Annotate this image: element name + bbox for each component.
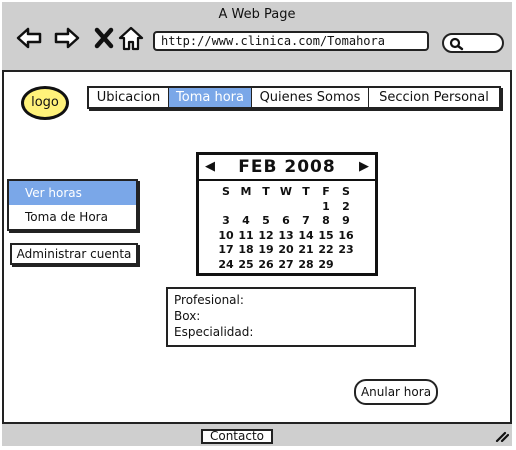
box-label: Box:: [174, 309, 201, 323]
contacto-button[interactable]: Contacto: [201, 429, 273, 444]
calendar-day: [277, 200, 295, 215]
calendar-weekday: S: [222, 185, 230, 198]
status-bar: Contacto: [2, 422, 512, 446]
calendar-day: [337, 258, 355, 273]
side-menu-item-toma-de-hora[interactable]: Toma de Hora: [9, 205, 136, 229]
calendar-day[interactable]: 7: [297, 214, 315, 229]
search-input[interactable]: [442, 33, 504, 53]
calendar-day[interactable]: 22: [317, 243, 335, 258]
calendar-day: [237, 200, 255, 215]
calendar-day[interactable]: 20: [277, 243, 295, 258]
calendar-day[interactable]: 26: [257, 258, 275, 273]
especialidad-label: Especialidad:: [174, 325, 254, 339]
calendar-day[interactable]: 24: [217, 258, 235, 273]
side-menu: Ver horas tomadas Toma de Hora: [7, 179, 138, 231]
tab-seccion-personal[interactable]: Seccion Personal: [369, 88, 499, 107]
calendar-month-label: FEB 2008: [238, 157, 336, 177]
back-arrow-icon[interactable]: [15, 24, 43, 52]
calendar-day[interactable]: 9: [337, 214, 355, 229]
resize-grip-icon[interactable]: [495, 430, 509, 442]
calendar-weekday: T: [262, 185, 270, 198]
calendar-weekday: T: [302, 185, 310, 198]
close-icon[interactable]: [91, 24, 119, 52]
calendar-day[interactable]: 1: [317, 200, 335, 215]
calendar-weekday: M: [240, 185, 252, 198]
calendar-weekday: F: [322, 185, 330, 198]
triangle-right-icon[interactable]: ▶: [359, 157, 369, 177]
calendar-day[interactable]: 28: [297, 258, 315, 273]
calendar-day[interactable]: 11: [237, 229, 255, 244]
calendar-day[interactable]: 21: [297, 243, 315, 258]
tab-quienes-somos[interactable]: Quienes Somos: [252, 88, 369, 107]
appointment-info-panel: Profesional: Box: Especialidad:: [166, 287, 416, 347]
calendar-day[interactable]: 17: [217, 243, 235, 258]
calendar-day: [217, 200, 235, 215]
side-menu-item-ver-horas-tomadas[interactable]: Ver horas tomadas: [9, 181, 136, 224]
calendar-day[interactable]: 15: [317, 229, 335, 244]
calendar-day[interactable]: 6: [277, 214, 295, 229]
triangle-left-icon[interactable]: ◀: [205, 157, 215, 177]
tab-toma-hora[interactable]: Toma hora: [169, 88, 252, 107]
window-title: A Web Page: [218, 7, 296, 22]
calendar-day[interactable]: 14: [297, 229, 315, 244]
anular-hora-button[interactable]: Anular hora: [354, 379, 438, 405]
calendar-day[interactable]: 18: [237, 243, 255, 258]
calendar-weekday: W: [279, 185, 293, 198]
calendar-header: ◀ FEB 2008 ▶: [199, 155, 375, 181]
calendar-day: [257, 200, 275, 215]
calendar-day[interactable]: 10: [217, 229, 235, 244]
administrar-cuenta-button[interactable]: Administrar cuenta: [10, 243, 138, 265]
forward-arrow-icon[interactable]: [53, 24, 81, 52]
url-input[interactable]: http://www.clinica.com/Tomahora: [153, 31, 429, 51]
calendar-weekday: S: [342, 185, 350, 198]
calendar-day[interactable]: 27: [277, 258, 295, 273]
browser-toolbar: A Web Page http://www.clinica.com/Tomaho…: [2, 2, 512, 72]
calendar-day[interactable]: 16: [337, 229, 355, 244]
calendar-day[interactable]: 25: [237, 258, 255, 273]
calendar-day[interactable]: 2: [337, 200, 355, 215]
logo: logo: [21, 86, 69, 120]
home-icon[interactable]: [117, 24, 145, 52]
calendar-day[interactable]: 23: [337, 243, 355, 258]
calendar-day[interactable]: 13: [277, 229, 295, 244]
calendar-grid: S M T W T F S 1 2 3 4 5 6 7 8 9 10 11 12 13 14 15 16 17 18 19 20 21…: [199, 181, 375, 272]
calendar-day[interactable]: 4: [237, 214, 255, 229]
profesional-label: Profesional:: [174, 293, 244, 307]
calendar-day[interactable]: 8: [317, 214, 335, 229]
calendar-day[interactable]: 29: [317, 258, 335, 273]
top-navigation: Ubicacion Toma hora Quienes Somos Seccio…: [87, 86, 501, 109]
calendar-day[interactable]: 3: [217, 214, 235, 229]
calendar-day[interactable]: 19: [257, 243, 275, 258]
calendar-day: [297, 200, 315, 215]
search-icon: [449, 37, 464, 51]
calendar: ◀ FEB 2008 ▶ S M T W T F S 1 2 3 4 5 6 7 8 9 10 11 12 13 14 1…: [196, 152, 378, 276]
tab-ubicacion[interactable]: Ubicacion: [89, 88, 169, 107]
calendar-day[interactable]: 5: [257, 214, 275, 229]
calendar-day[interactable]: 12: [257, 229, 275, 244]
